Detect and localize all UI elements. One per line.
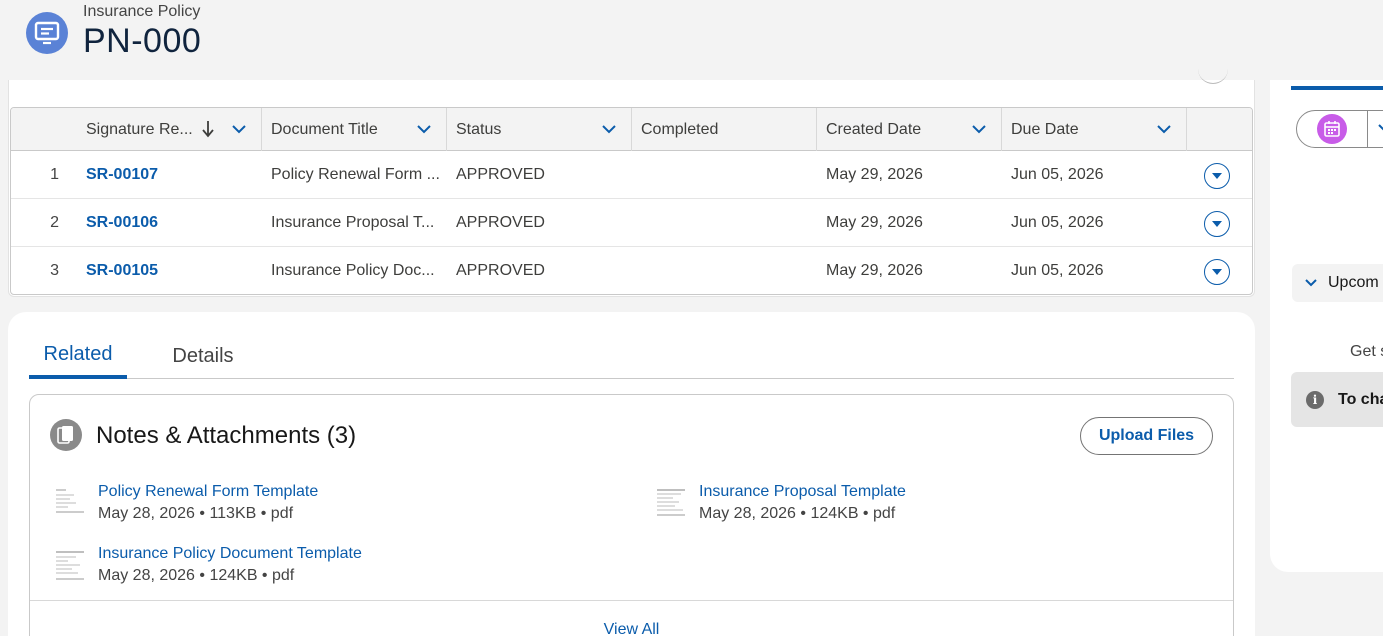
document-title-cell: Policy Renewal Form ... xyxy=(271,166,440,183)
row-number: 3 xyxy=(50,262,59,279)
calendar-icon[interactable] xyxy=(1317,114,1347,144)
pdf-thumbnail-icon[interactable] xyxy=(54,487,86,523)
button-divider xyxy=(1367,111,1368,147)
pdf-thumbnail-icon[interactable] xyxy=(54,549,86,585)
table-row: 2 SR-00106 Insurance Proposal T... APPRO… xyxy=(11,199,1252,247)
column-divider[interactable] xyxy=(1186,108,1187,151)
file-item: Insurance Proposal Template May 28, 2026… xyxy=(655,483,1215,529)
upload-files-button[interactable]: Upload Files xyxy=(1080,417,1213,455)
due-date-cell: Jun 05, 2026 xyxy=(1011,262,1104,279)
column-header-completed[interactable]: Completed xyxy=(631,108,816,151)
table-row: 1 SR-00107 Policy Renewal Form ... APPRO… xyxy=(11,151,1252,199)
page-title: PN-000 xyxy=(83,22,202,60)
activity-panel: Upcom Get s i To cha xyxy=(1270,60,1383,572)
signature-request-link[interactable]: SR-00107 xyxy=(86,151,158,199)
row-number: 2 xyxy=(50,214,59,231)
due-date-cell: Jun 05, 2026 xyxy=(1011,166,1104,183)
chevron-down-icon xyxy=(1212,173,1222,179)
chevron-down-icon[interactable] xyxy=(601,121,617,137)
column-header-status[interactable]: Status xyxy=(446,108,631,151)
record-header: Insurance Policy PN-000 xyxy=(0,0,1383,80)
chevron-down-icon xyxy=(1212,221,1222,227)
status-cell: APPROVED xyxy=(456,262,545,279)
column-header-created-date[interactable]: Created Date xyxy=(816,108,1001,151)
chevron-down-icon[interactable] xyxy=(416,121,432,137)
file-name-link[interactable]: Policy Renewal Form Template xyxy=(98,483,318,501)
upcoming-section-toggle[interactable]: Upcom xyxy=(1292,264,1383,302)
active-tab-indicator xyxy=(1291,86,1383,90)
info-message: i To cha xyxy=(1291,372,1383,427)
activity-button-group xyxy=(1296,110,1383,148)
column-header-document-title[interactable]: Document Title xyxy=(261,108,446,151)
sort-descending-icon[interactable] xyxy=(201,118,215,140)
chevron-down-icon[interactable] xyxy=(971,121,987,137)
chevron-down-icon[interactable] xyxy=(1156,121,1172,137)
notes-attachments-title: Notes & Attachments (3) xyxy=(96,422,357,449)
file-meta: May 28, 2026 • 113KB • pdf xyxy=(98,505,294,522)
get-started-text: Get s xyxy=(1350,343,1383,360)
file-item: Insurance Policy Document Template May 2… xyxy=(54,545,614,591)
status-cell: APPROVED xyxy=(456,166,545,183)
file-name-link[interactable]: Insurance Proposal Template xyxy=(699,483,906,501)
table-row: 3 SR-00105 Insurance Policy Doc... APPRO… xyxy=(11,247,1252,294)
tab-details[interactable]: Details xyxy=(157,334,249,379)
divider xyxy=(30,600,1233,601)
column-label: Completed xyxy=(641,120,719,138)
chevron-down-icon[interactable] xyxy=(1377,121,1383,135)
row-actions-button[interactable] xyxy=(1204,211,1230,237)
column-header-signature[interactable]: Signature Re... xyxy=(76,108,261,151)
row-number: 1 xyxy=(50,166,59,183)
file-meta: May 28, 2026 • 124KB • pdf xyxy=(98,567,295,584)
column-label: Created Date xyxy=(826,120,922,138)
upcoming-label: Upcom xyxy=(1328,274,1379,291)
status-cell: APPROVED xyxy=(456,214,545,231)
created-date-cell: May 29, 2026 xyxy=(826,166,923,183)
created-date-cell: May 29, 2026 xyxy=(826,214,923,231)
column-label: Status xyxy=(456,120,502,138)
chevron-down-icon xyxy=(1212,269,1222,275)
object-type-label: Insurance Policy xyxy=(83,3,201,20)
record-icon xyxy=(26,12,68,54)
row-actions-button[interactable] xyxy=(1204,163,1230,189)
row-actions-button[interactable] xyxy=(1204,259,1230,285)
column-label: Document Title xyxy=(271,120,378,138)
files-icon xyxy=(50,419,82,451)
column-label: Signature Re... xyxy=(86,120,193,138)
tab-bar: Related Details xyxy=(29,334,1234,379)
file-item: Policy Renewal Form Template May 28, 202… xyxy=(54,483,614,529)
info-icon: i xyxy=(1306,390,1324,409)
signature-request-link[interactable]: SR-00106 xyxy=(86,199,158,247)
created-date-cell: May 29, 2026 xyxy=(826,262,923,279)
view-all-link[interactable]: View All xyxy=(30,621,1233,636)
pdf-thumbnail-icon[interactable] xyxy=(655,487,687,523)
chevron-down-icon xyxy=(1305,279,1317,287)
document-title-cell: Insurance Policy Doc... xyxy=(271,262,435,279)
column-header-due-date[interactable]: Due Date xyxy=(1001,108,1186,151)
column-label: Due Date xyxy=(1011,120,1079,138)
chevron-down-icon[interactable] xyxy=(231,121,247,137)
notes-attachments-card: Notes & Attachments (3) Upload Files Pol… xyxy=(29,394,1234,636)
related-details-card: Related Details Notes & Attachments (3) … xyxy=(8,312,1255,636)
info-text: To cha xyxy=(1338,390,1383,408)
table-header-row: Signature Re... Document Title Status Co… xyxy=(11,108,1252,151)
document-title-cell: Insurance Proposal T... xyxy=(271,214,435,231)
file-meta: May 28, 2026 • 124KB • pdf xyxy=(699,505,896,522)
signature-request-link[interactable]: SR-00105 xyxy=(86,247,158,294)
due-date-cell: Jun 05, 2026 xyxy=(1011,214,1104,231)
file-name-link[interactable]: Insurance Policy Document Template xyxy=(98,545,362,563)
tab-related[interactable]: Related xyxy=(29,334,127,379)
signature-requests-table: Signature Re... Document Title Status Co… xyxy=(10,107,1253,295)
